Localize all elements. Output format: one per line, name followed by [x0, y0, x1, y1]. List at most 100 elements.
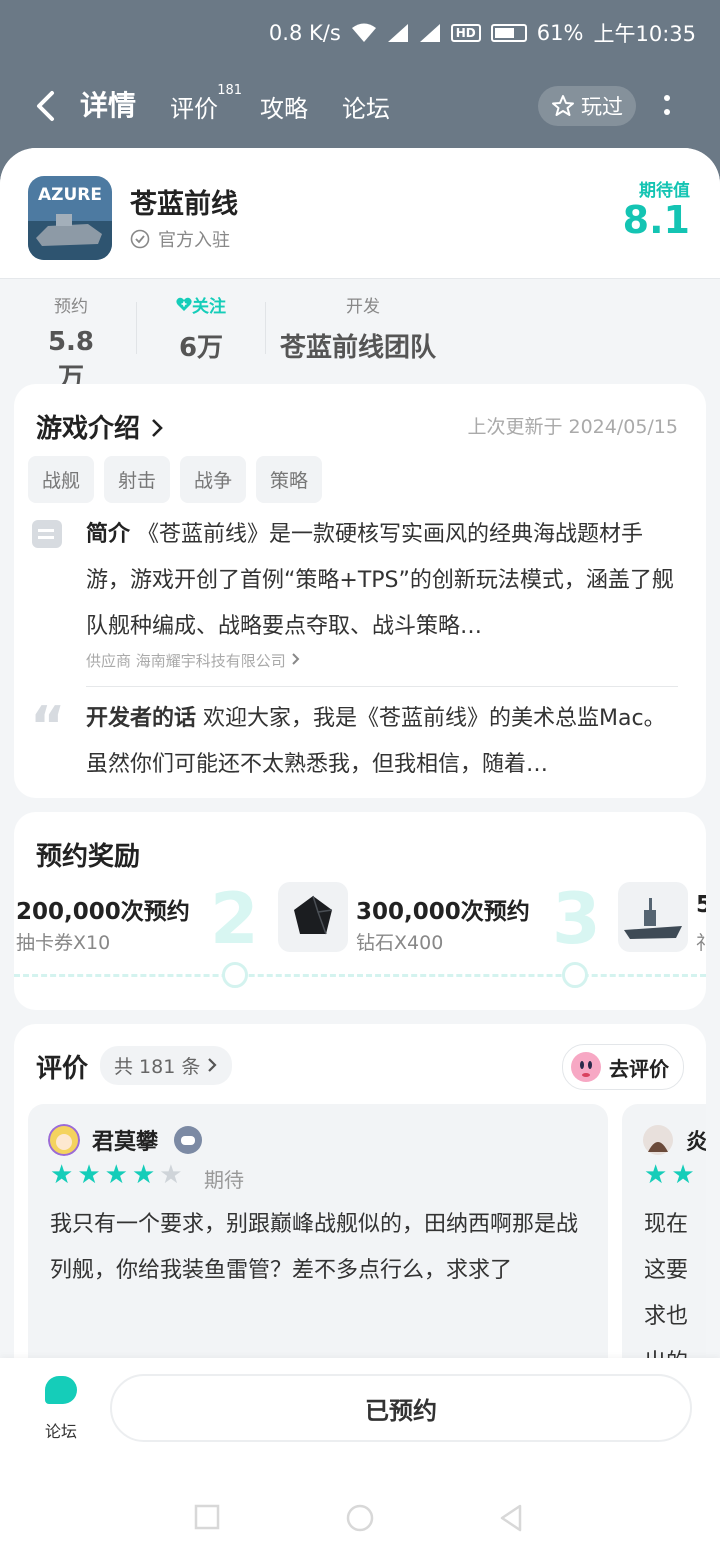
hd-icon: HD [450, 24, 481, 42]
bottom-bar: 论坛 已预约 [0, 1358, 720, 1460]
reward-milestone-2: 300,000次预约 [356, 899, 530, 925]
stat-follow[interactable]: 关注 6万 [170, 292, 232, 364]
played-button[interactable]: 玩过 [538, 86, 636, 126]
stat-developer-label: 开发 [346, 297, 380, 317]
clock: 上午10:35 [593, 22, 696, 46]
tag-item[interactable]: 战争 [180, 456, 247, 503]
rating-stars: ★ ★ ★ ★ ★ [50, 1162, 183, 1188]
developer-words[interactable]: 开发者的话 欢迎大家，我是《苍蓝前线》的美术总监Mac。虽然你们可能还不太熟悉我… [86, 696, 686, 788]
tab-reviews-badge: 181 [217, 83, 243, 98]
chevron-right-icon [208, 1058, 217, 1072]
rewards-row[interactable]: 200,000次预约 抽卡券X10 2 300,000次预约 钻石X400 3 … [14, 878, 706, 958]
heart-plus-icon [176, 297, 192, 311]
intro-title-text: 游戏介绍 [36, 414, 141, 444]
stat-developer-value: 苍蓝前线团队 [280, 333, 437, 363]
timeline-dot [562, 962, 588, 988]
reward-milestone-3: 5 [696, 892, 706, 918]
star-outline-icon [552, 95, 574, 116]
write-review-label: 去评价 [609, 1056, 669, 1081]
reward-item-1: 抽卡券X10 [16, 932, 111, 954]
battery-icon [490, 24, 527, 42]
document-icon [32, 520, 62, 548]
star-filled-icon: ★ [131, 1160, 156, 1190]
diamond-icon [294, 895, 333, 935]
summary-text[interactable]: 简介 《苍蓝前线》是一款硬核写实画风的经典海战题材手游，游戏开创了首例“策略+T… [86, 512, 686, 650]
tab-reviews[interactable]: 评价 181 [170, 83, 242, 124]
reward-timeline [14, 974, 706, 977]
rewards-card: 预约奖励 200,000次预约 抽卡券X10 2 300,000次预约 钻石X4… [14, 812, 706, 1010]
kirby-avatar-icon [571, 1052, 601, 1082]
summary-body: 《苍蓝前线》是一款硬核写实画风的经典海战题材手游，游戏开创了首例“策略+TPS”… [86, 522, 674, 639]
star-filled-icon: ★ [50, 1160, 74, 1190]
rewards-title: 预约奖励 [36, 842, 141, 872]
review-card[interactable]: 炎 ★ ★ 现在这要求也出的舰炮策 [622, 1104, 706, 1448]
summary-label: 简介 [86, 522, 131, 547]
forum-label: 论坛 [44, 1422, 77, 1441]
chevron-right-icon [152, 419, 163, 437]
stat-developer[interactable]: 开发 苍蓝前线团队 [280, 292, 450, 364]
gamepad-badge-icon [174, 1126, 202, 1154]
wifi-icon [351, 23, 376, 42]
signal-icon-2 [419, 24, 440, 42]
game-icon[interactable]: AZURE [28, 176, 112, 260]
review-username[interactable]: 炎 [686, 1124, 706, 1156]
tag-item[interactable]: 策略 [256, 456, 323, 503]
dev-label: 开发者的话 [86, 706, 197, 731]
intro-title[interactable]: 游戏介绍 [36, 408, 165, 445]
official-badge: 官方入驻 [130, 226, 230, 252]
supplier-link[interactable]: 供应商 海南耀宇科技有限公司 [86, 650, 301, 671]
game-icon-text: AZURE [38, 185, 102, 205]
star-empty-icon: ★ [159, 1160, 183, 1190]
star-filled-icon: ★ [77, 1160, 101, 1190]
update-date: 上次更新于 2024/05/15 [467, 416, 678, 438]
tag-item[interactable]: 射击 [104, 456, 171, 503]
star-filled-icon: ★ [104, 1160, 128, 1190]
game-header: AZURE 苍蓝前线 官方入驻 期待值 8.1 [0, 148, 720, 279]
chevron-right-small-icon [291, 653, 299, 665]
top-nav: 详情 评价 181 攻略 论坛 玩过 [0, 78, 720, 134]
forum-button[interactable]: 论坛 [36, 1376, 86, 1442]
warship-image [618, 882, 688, 952]
review-count-pill[interactable]: 共 181 条 [100, 1046, 233, 1085]
user-avatar[interactable] [642, 1124, 674, 1156]
status-bar: 0.8 K/s HD 61% 上午10:35 [0, 0, 720, 64]
stat-divider [136, 302, 137, 354]
signal-icon [387, 24, 408, 42]
tab-details[interactable]: 详情 [77, 84, 139, 124]
more-icon[interactable] [660, 92, 674, 122]
net-speed: 0.8 K/s [268, 21, 341, 45]
stat-follow-text: 关注 [192, 297, 226, 317]
intro-card: 游戏介绍 上次更新于 2024/05/15 战舰 射击 战争 策略 简介 《苍蓝… [14, 384, 706, 798]
stat-reservations-label: 预约 [54, 297, 88, 317]
recents-icon[interactable] [194, 1504, 220, 1530]
quote-icon: “ [30, 695, 66, 758]
game-name: 苍蓝前线 [130, 189, 238, 220]
home-icon[interactable] [346, 1504, 374, 1532]
diamond-image [278, 882, 348, 952]
write-review-button[interactable]: 去评价 [562, 1044, 684, 1090]
star-filled-icon: ★ [644, 1160, 668, 1190]
tag-item[interactable]: 战舰 [28, 456, 95, 503]
stat-follow-value: 6万 [178, 333, 224, 363]
timeline-dot [222, 962, 248, 988]
rating-stars: ★ ★ [644, 1162, 695, 1188]
review-username[interactable]: 君莫攀 [92, 1124, 158, 1156]
warship-icon [624, 898, 682, 939]
tab-guides[interactable]: 攻略 [260, 89, 308, 124]
stat-divider-2 [265, 302, 266, 354]
game-icon-image: AZURE [28, 176, 112, 260]
official-label: 官方入驻 [158, 230, 230, 251]
review-tag: 期待 [204, 1168, 244, 1192]
tab-bar: 详情 评价 181 攻略 论坛 [77, 83, 390, 124]
review-card[interactable]: 君莫攀 ★ ★ ★ ★ ★ 期待 我只有一个要求，别跟巅峰战舰似的，田纳西啊那是… [28, 1104, 608, 1384]
reward-milestone-1: 200,000次预约 [16, 899, 190, 925]
tab-forum[interactable]: 论坛 [342, 89, 390, 124]
reward-item-2: 钻石X400 [356, 932, 444, 954]
reward-index-3: 3 [552, 878, 601, 960]
back-arrow-icon[interactable] [30, 88, 62, 124]
stat-follow-label: 关注 [170, 292, 232, 317]
user-avatar[interactable] [48, 1124, 80, 1156]
back-nav-icon[interactable] [498, 1504, 524, 1532]
review-text: 我只有一个要求，别跟巅峰战舰似的，田纳西啊那是战列舰，你给我装鱼雷管？差不多点行… [50, 1212, 579, 1283]
reserved-button[interactable]: 已预约 [110, 1374, 692, 1442]
